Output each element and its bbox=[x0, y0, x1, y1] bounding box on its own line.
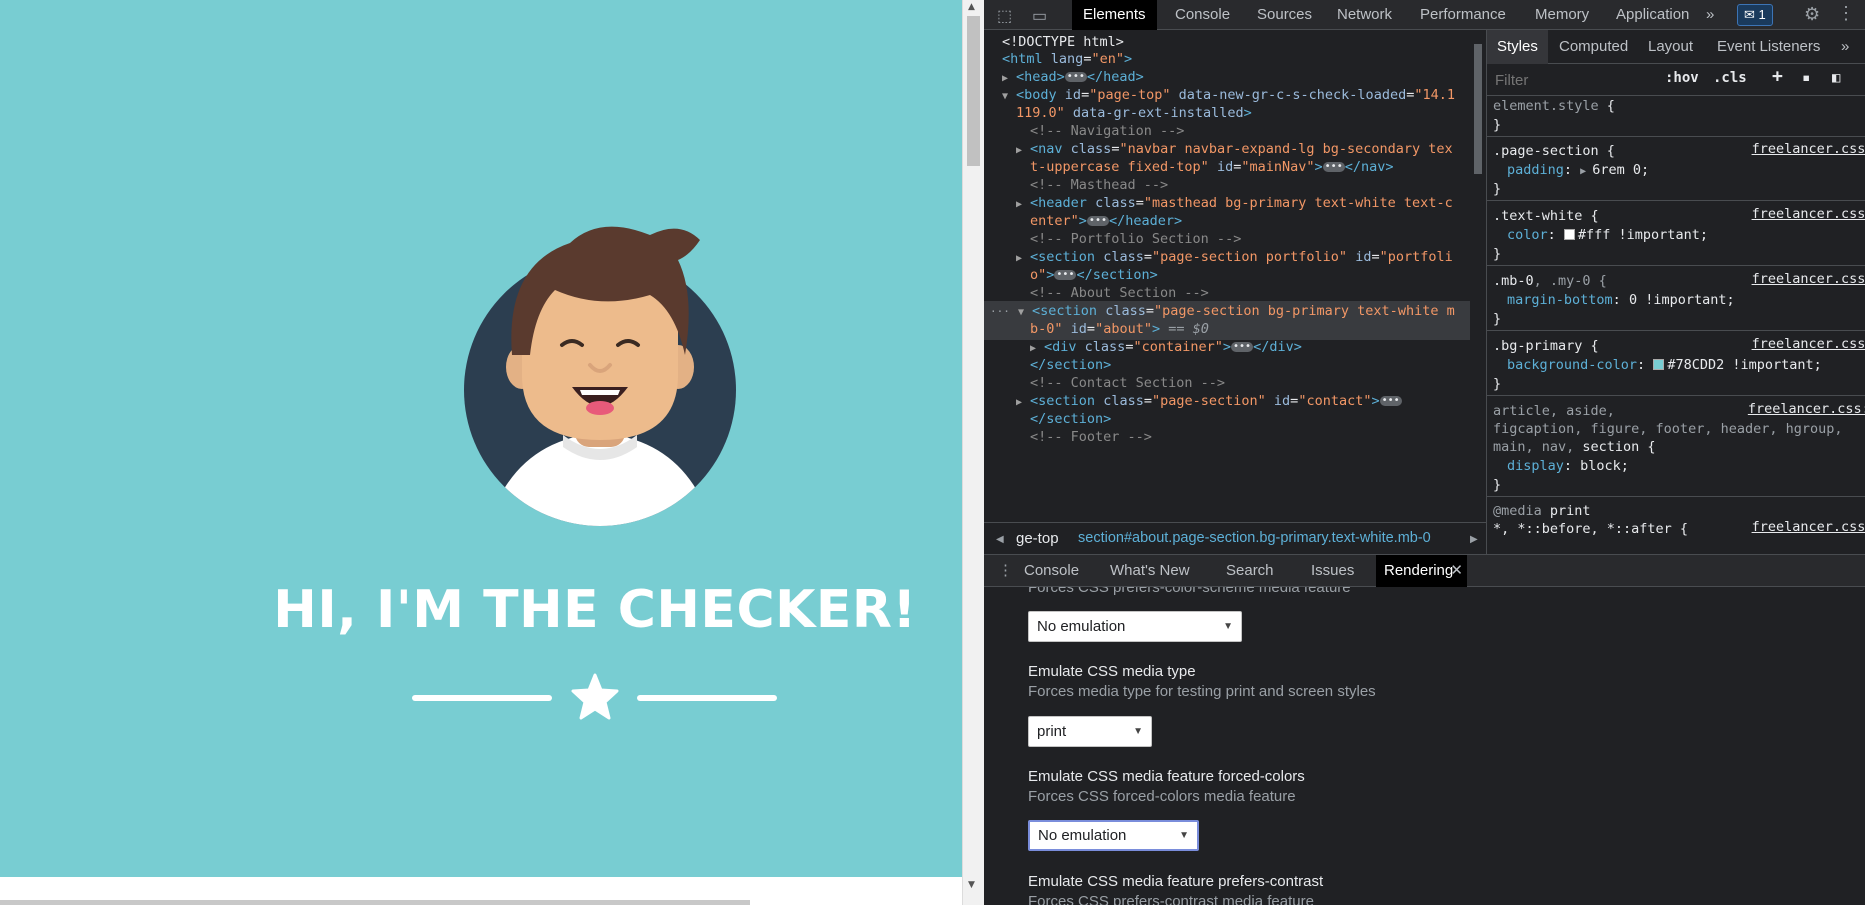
tab-event-listeners[interactable]: Event Listeners bbox=[1707, 30, 1830, 64]
page-viewport: HI, I'M THE CHECKER! bbox=[0, 0, 962, 905]
drawer-tab-issues[interactable]: Issues bbox=[1303, 555, 1362, 587]
rule-declaration[interactable]: background-color: #78CDD2 !important; bbox=[1507, 355, 1822, 375]
setting-desc-prefers-contrast: Forces CSS prefers-contrast media featur… bbox=[1028, 893, 1314, 905]
tab-application[interactable]: Application bbox=[1605, 0, 1700, 30]
drawer-tabbar: ⋮ Console What's New Search Issues Rende… bbox=[984, 554, 1865, 587]
setting-title-media-type: Emulate CSS media type bbox=[1028, 663, 1196, 680]
rule-mb-0-selector[interactable]: .mb-0, .my-0 { bbox=[1493, 271, 1607, 291]
setting-title-prefers-contrast: Emulate CSS media feature prefers-contra… bbox=[1028, 873, 1324, 890]
rendering-panel: Forces CSS prefers-color-scheme media fe… bbox=[984, 587, 1865, 905]
hov-toggle[interactable]: :hov bbox=[1665, 70, 1699, 86]
rule-ua-selector[interactable]: article, aside, bbox=[1493, 401, 1615, 421]
more-panes-chevron-icon[interactable]: » bbox=[1837, 30, 1853, 64]
chevron-down-icon: ▼ bbox=[1223, 621, 1233, 632]
divider-line-right bbox=[637, 695, 777, 701]
setting-desc-forced-colors: Forces CSS forced-colors media feature bbox=[1028, 788, 1296, 805]
drawer-tab-whats-new[interactable]: What's New bbox=[1102, 555, 1198, 587]
rule-source-link[interactable]: freelancer.css:57 bbox=[1748, 401, 1865, 417]
media-query-label: @media print bbox=[1493, 503, 1591, 519]
rule-source-link[interactable]: freelancer.css:9475 bbox=[1752, 519, 1865, 535]
setting-desc-media-type: Forces media type for testing print and … bbox=[1028, 683, 1376, 700]
new-rule-plus-icon[interactable]: + bbox=[1772, 66, 1783, 87]
dom-line-comment-footer[interactable]: <!-- Footer --> bbox=[1030, 427, 1474, 448]
media-type-select[interactable]: print ▼ bbox=[1028, 716, 1152, 747]
rule-declaration[interactable]: margin-bottom: 0 !important; bbox=[1507, 290, 1735, 310]
avatar-illustration bbox=[464, 226, 736, 526]
tab-memory[interactable]: Memory bbox=[1524, 0, 1600, 30]
paint-brush-icon[interactable]: ▪ bbox=[1802, 70, 1810, 86]
devtools-toolbar: ⬚ ▭ Elements Console Sources Network Per… bbox=[984, 0, 1865, 30]
rule-source-link[interactable]: freelancer.css:7447 bbox=[1752, 271, 1865, 287]
drawer-tab-search[interactable]: Search bbox=[1218, 555, 1282, 587]
styles-tabbar: Styles Computed Layout Event Listeners » bbox=[1487, 30, 1865, 64]
drawer-menu-icon[interactable]: ⋮ bbox=[998, 561, 1013, 579]
rule-source-link[interactable]: freelancer.css:6207 bbox=[1752, 336, 1865, 352]
message-icon: ✉ bbox=[1744, 7, 1759, 22]
scroll-up-arrow-icon[interactable]: ▲ bbox=[968, 2, 975, 12]
cls-toggle[interactable]: .cls bbox=[1713, 70, 1747, 86]
tab-sources[interactable]: Sources bbox=[1246, 0, 1323, 30]
rule-declaration[interactable]: padding: ▶ 6rem 0; bbox=[1507, 160, 1649, 180]
styles-pane: Styles Computed Layout Event Listeners »… bbox=[1486, 30, 1865, 554]
rule-text-white-selector[interactable]: .text-white { bbox=[1493, 206, 1599, 226]
tab-elements[interactable]: Elements bbox=[1072, 0, 1157, 30]
rule-source-link[interactable]: freelancer.css:9554 bbox=[1752, 141, 1865, 157]
prefers-color-scheme-select[interactable]: No emulation ▼ bbox=[1028, 611, 1242, 642]
rule-universal-selector[interactable]: *, *::before, *::after { bbox=[1493, 519, 1688, 539]
breadcrumb-item-section[interactable]: section#about.page-section.bg-primary.te… bbox=[1078, 530, 1431, 546]
more-tabs-chevron-icon[interactable]: » bbox=[1702, 0, 1718, 30]
tab-network[interactable]: Network bbox=[1326, 0, 1403, 30]
styles-filter-input[interactable] bbox=[1491, 69, 1659, 91]
issue-count: 1 bbox=[1758, 7, 1766, 22]
color-swatch[interactable] bbox=[1563, 229, 1575, 240]
star-icon bbox=[571, 673, 619, 720]
forced-colors-select[interactable]: No emulation ▼ bbox=[1028, 820, 1199, 851]
breadcrumb: ◀ ge-top section#about.page-section.bg-p… bbox=[984, 522, 1486, 554]
drawer-tab-console[interactable]: Console bbox=[1016, 555, 1087, 587]
ellipsis-icon: ••• bbox=[1064, 71, 1087, 82]
breadcrumb-item-body[interactable]: ge-top bbox=[1016, 530, 1059, 547]
star-divider bbox=[412, 672, 777, 722]
rule-element-style[interactable]: element.style { bbox=[1493, 96, 1615, 116]
color-swatch[interactable] bbox=[1653, 359, 1665, 370]
collapse-triangle-icon: ▼ bbox=[1002, 91, 1009, 102]
rule-declaration[interactable]: color: #fff !important; bbox=[1507, 225, 1708, 245]
inspect-element-icon[interactable]: ⬚ bbox=[997, 6, 1012, 26]
kebab-menu-icon[interactable]: ⋮ bbox=[1837, 3, 1855, 24]
breadcrumb-left-arrow-icon[interactable]: ◀ bbox=[996, 534, 1004, 545]
breadcrumb-right-arrow-icon[interactable]: ▶ bbox=[1470, 534, 1478, 545]
dom-tree-scrollbar[interactable] bbox=[1470, 30, 1486, 522]
close-icon[interactable]: ✕ bbox=[1450, 555, 1463, 587]
rule-source-link[interactable]: freelancer.css:9362 bbox=[1752, 206, 1865, 222]
dom-tree: <!DOCTYPE html> <html lang="en"> ▶ <head>… bbox=[984, 30, 1474, 522]
issues-badge[interactable]: ✉ 1 bbox=[1737, 4, 1773, 26]
scroll-down-arrow-icon[interactable]: ▼ bbox=[968, 880, 975, 890]
tab-performance[interactable]: Performance bbox=[1409, 0, 1517, 30]
rule-declaration[interactable]: display: block; bbox=[1507, 456, 1629, 476]
page-vertical-scrollbar[interactable]: ▲ ▼ bbox=[962, 0, 984, 905]
page-scroll-thumb[interactable] bbox=[967, 16, 980, 166]
device-toolbar-icon[interactable]: ▭ bbox=[1032, 6, 1047, 26]
dom-tree-scroll-thumb[interactable] bbox=[1474, 44, 1482, 174]
drawer-tab-rendering[interactable]: Rendering ✕ bbox=[1376, 555, 1467, 587]
sidebar-toggle-icon[interactable]: ◧ bbox=[1832, 70, 1840, 86]
divider-line-left bbox=[412, 695, 552, 701]
setting-title-forced-colors: Emulate CSS media feature forced-colors bbox=[1028, 768, 1305, 785]
rule-page-section-selector[interactable]: .page-section { bbox=[1493, 141, 1615, 161]
tab-computed[interactable]: Computed bbox=[1549, 30, 1638, 64]
gear-icon[interactable]: ⚙ bbox=[1804, 4, 1820, 25]
hero-title: HI, I'M THE CHECKER! bbox=[273, 580, 917, 640]
chevron-down-icon: ▼ bbox=[1133, 726, 1143, 737]
chevron-down-icon: ▼ bbox=[1179, 830, 1189, 841]
setting-desc-prefers-color-scheme: Forces CSS prefers-color-scheme media fe… bbox=[1028, 587, 1351, 596]
rule-bg-primary-selector[interactable]: .bg-primary { bbox=[1493, 336, 1599, 356]
devtools-panel: ⬚ ▭ Elements Console Sources Network Per… bbox=[984, 0, 1865, 905]
tab-layout[interactable]: Layout bbox=[1638, 30, 1703, 64]
styles-filter-bar: :hov .cls + ▪ ◧ bbox=[1487, 64, 1865, 96]
page-horizontal-scrollbar[interactable] bbox=[0, 900, 750, 905]
tab-styles[interactable]: Styles bbox=[1487, 30, 1548, 64]
tab-console[interactable]: Console bbox=[1164, 0, 1241, 30]
